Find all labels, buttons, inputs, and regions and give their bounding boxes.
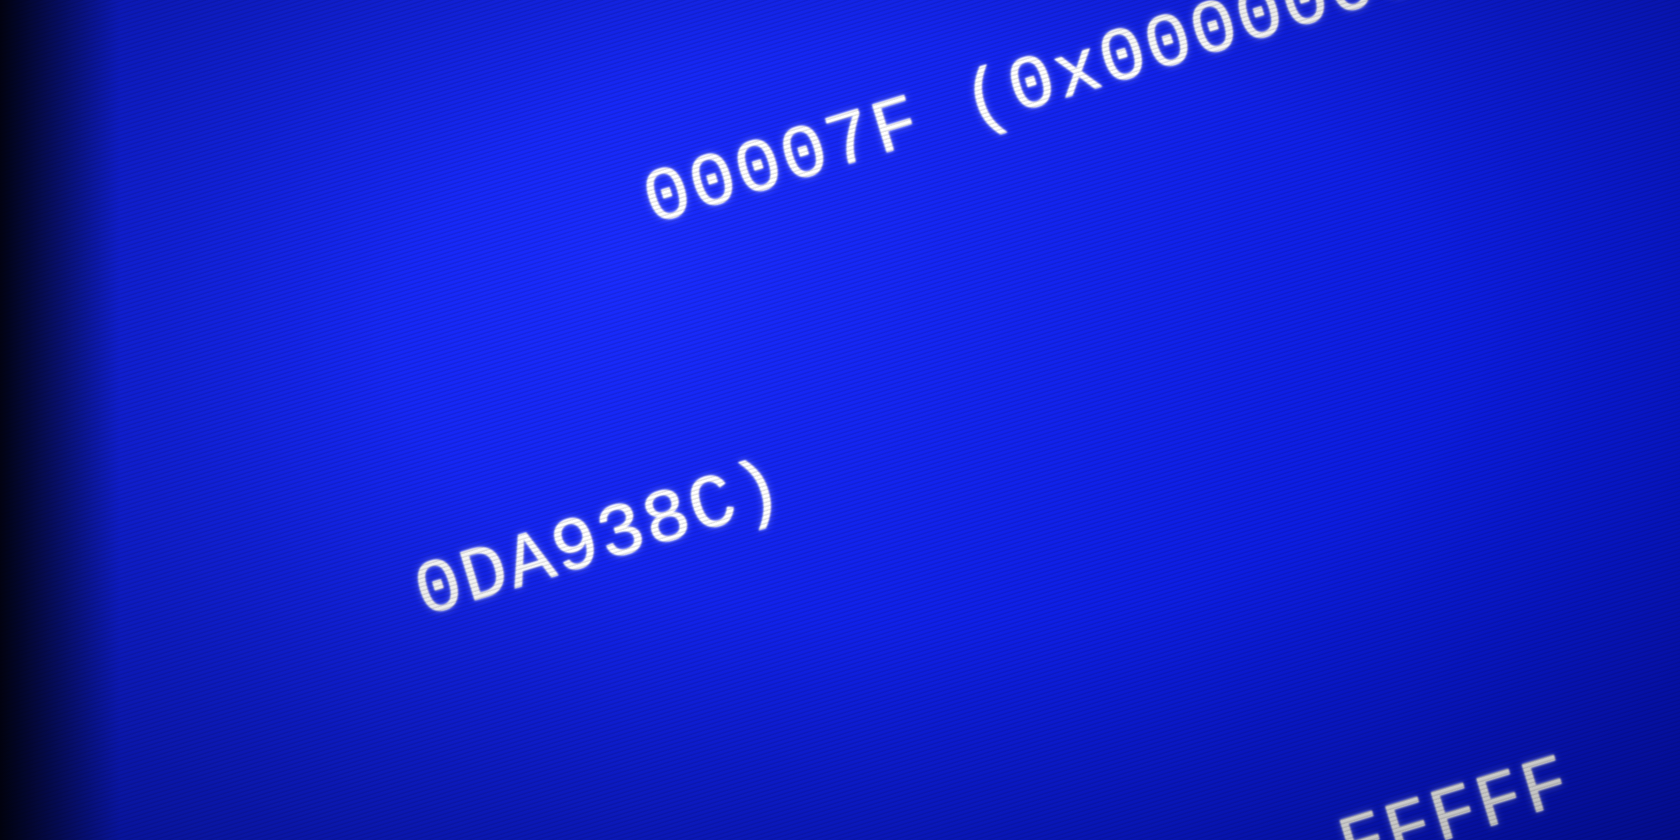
crt-screen: 00007F (0x0000000 0DA938C) *** dxgmms1.s… — [0, 0, 1680, 840]
bsod-screenshot: 00007F (0x0000000 0DA938C) *** dxgmms1.s… — [0, 0, 1680, 840]
bsod-line: 00007F (0x0000000 — [0, 0, 1436, 505]
bsod-line: *** dxgmms1.sys - Address FFFFF — [52, 705, 1675, 840]
bsod-text-block: 00007F (0x0000000 0DA938C) *** dxgmms1.s… — [0, 0, 1680, 840]
